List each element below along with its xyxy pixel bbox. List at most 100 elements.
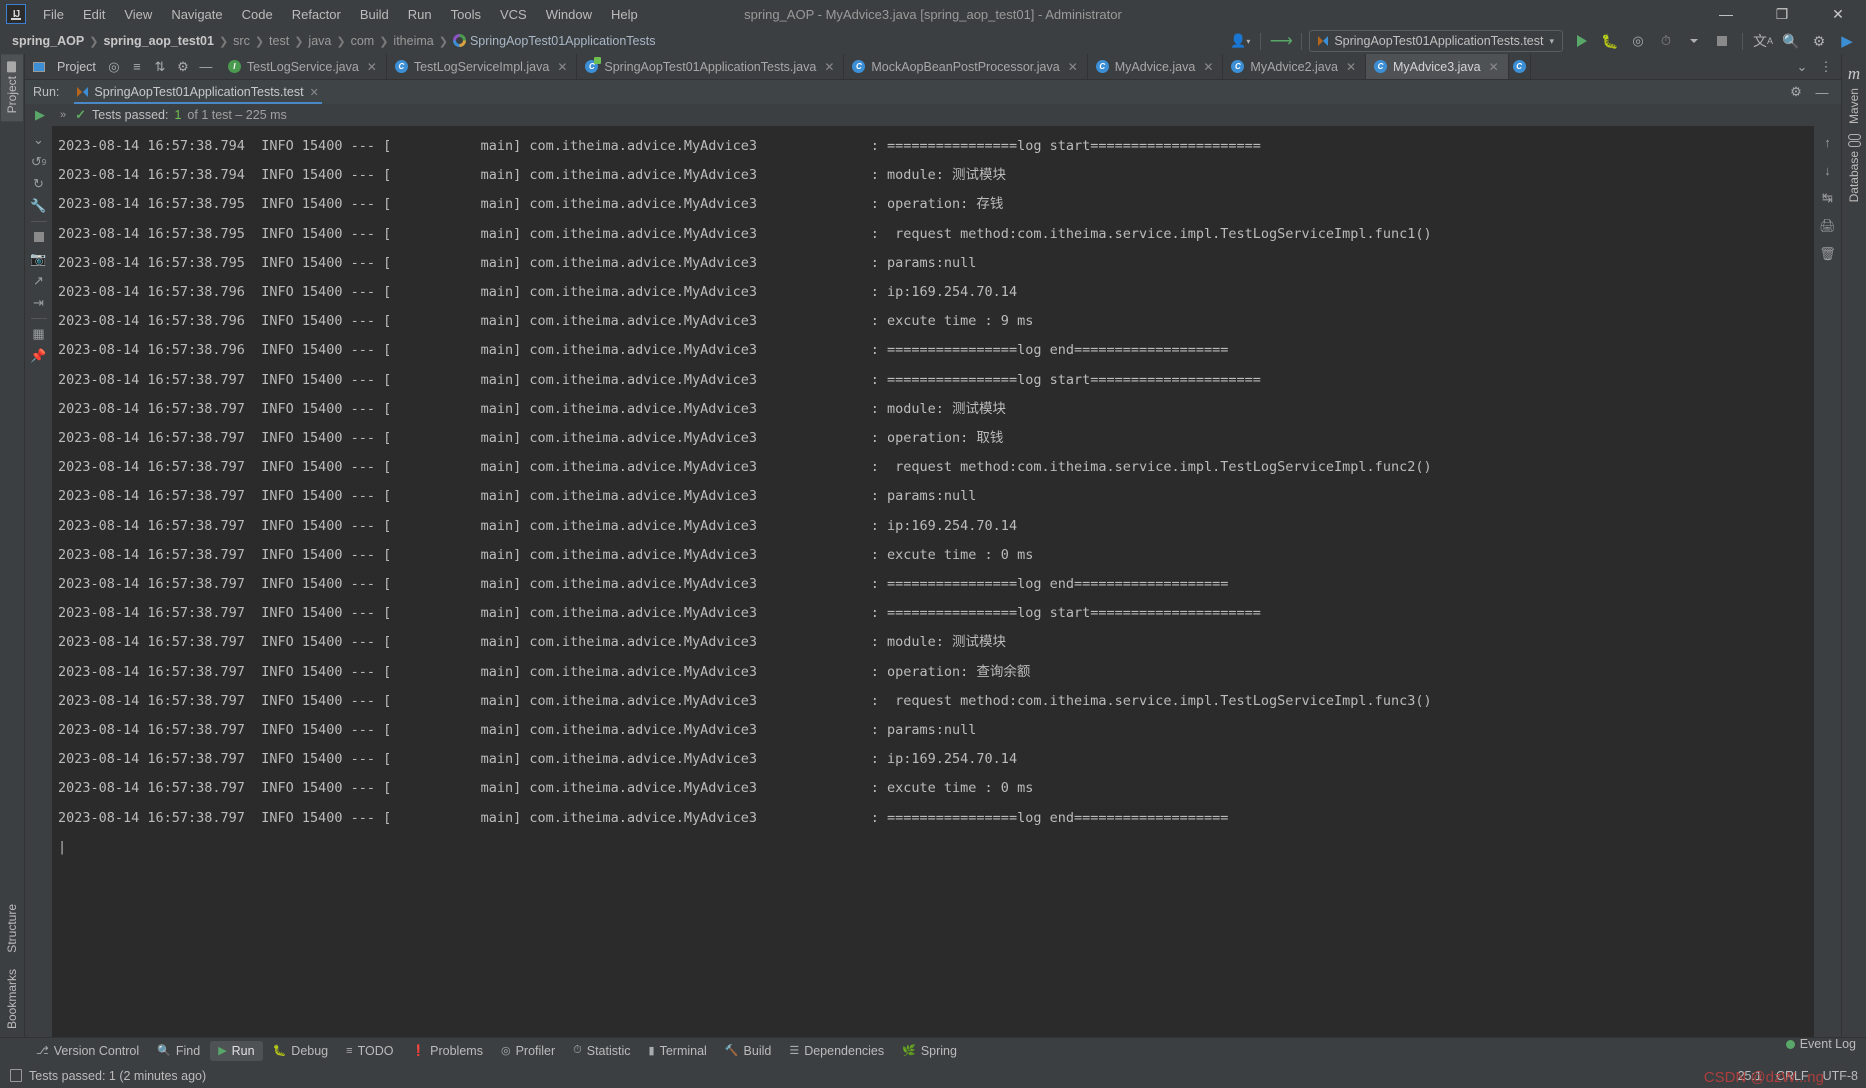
menu-run[interactable]: Run bbox=[399, 3, 441, 26]
editor-tab-myadvice2[interactable]: C MyAdvice2.java ✕ bbox=[1223, 54, 1367, 79]
breadcrumb-item-project[interactable]: spring_AOP bbox=[8, 32, 88, 50]
debug-button[interactable]: 🐛 bbox=[1597, 30, 1623, 52]
pin-icon[interactable]: 📌 bbox=[29, 346, 49, 366]
encoding[interactable]: UTF-8 bbox=[1823, 1069, 1858, 1083]
user-profile-icon[interactable]: 👤 ▾ bbox=[1227, 30, 1253, 52]
editor-tab-springaoptest01applicationtests[interactable]: C SpringAopTest01ApplicationTests.java ✕ bbox=[577, 54, 845, 79]
scroll-up-icon[interactable]: ↑ bbox=[1818, 132, 1838, 152]
settings-gear-icon[interactable]: ⚙ bbox=[1785, 81, 1807, 103]
tool-button-run[interactable]: ▶ Run bbox=[210, 1040, 263, 1061]
run-button[interactable] bbox=[1569, 30, 1595, 52]
run-with-coverage-button[interactable]: ◎ bbox=[1625, 30, 1651, 52]
tool-button-build[interactable]: 🔨 Build bbox=[717, 1041, 780, 1061]
ide-logo-button[interactable]: ▶ bbox=[1834, 30, 1860, 52]
breadcrumb-item-file[interactable]: SpringAopTest01ApplicationTests bbox=[449, 32, 660, 50]
menu-file[interactable]: File bbox=[34, 3, 73, 26]
menu-vcs[interactable]: VCS bbox=[491, 3, 536, 26]
event-log-button[interactable]: Event Log bbox=[1785, 1037, 1856, 1051]
more-options-icon[interactable]: ⋮ bbox=[1815, 56, 1837, 78]
menu-view[interactable]: View bbox=[115, 3, 161, 26]
console-output[interactable]: 2023-08-14 16:57:38.794 INFO 15400 --- [… bbox=[52, 126, 1814, 1037]
rerun-failed-icon[interactable]: ↺ 9 bbox=[29, 152, 49, 172]
expand-tests-icon[interactable]: » bbox=[57, 109, 69, 121]
menu-tools[interactable]: Tools bbox=[442, 3, 490, 26]
sidebar-item-bookmarks[interactable]: Bookmarks bbox=[1, 961, 23, 1037]
project-window-icon[interactable] bbox=[28, 56, 50, 78]
breadcrumb-item-src[interactable]: src bbox=[229, 32, 254, 50]
editor-tab-overflow[interactable]: C bbox=[1509, 54, 1531, 79]
stop-button[interactable] bbox=[1709, 30, 1735, 52]
close-icon[interactable]: ✕ bbox=[1068, 60, 1078, 74]
chevron-down-icon[interactable]: ⌄ bbox=[1791, 56, 1813, 78]
run-settings-wrench-icon[interactable]: 🔧 bbox=[29, 196, 49, 216]
collapse-chevron-icon[interactable]: ⌄ bbox=[29, 130, 49, 150]
sidebar-item-structure[interactable]: Structure bbox=[1, 896, 23, 961]
editor-tab-testlogservice[interactable]: I TestLogService.java ✕ bbox=[220, 54, 387, 79]
editor-tab-myadvice[interactable]: C MyAdvice.java ✕ bbox=[1088, 54, 1224, 79]
print-icon[interactable]: 🖨 bbox=[1818, 216, 1838, 236]
menu-refactor[interactable]: Refactor bbox=[283, 3, 350, 26]
close-icon[interactable]: ✕ bbox=[824, 60, 834, 74]
settings-gear-icon[interactable]: ⚙ bbox=[172, 56, 194, 78]
close-icon[interactable]: ✕ bbox=[557, 60, 567, 74]
tool-button-dependencies[interactable]: ☰ Dependencies bbox=[781, 1041, 892, 1061]
profiler-button[interactable]: ⏱ bbox=[1653, 30, 1679, 52]
trash-icon[interactable]: 🗑 bbox=[1818, 244, 1838, 264]
tool-button-spring[interactable]: 🌿 Spring bbox=[894, 1041, 965, 1061]
tool-button-version-control[interactable]: ⎇ Version Control bbox=[28, 1041, 147, 1061]
export-icon[interactable]: ↗ bbox=[29, 271, 49, 291]
close-icon[interactable]: ✕ bbox=[1346, 60, 1356, 74]
hide-window-icon[interactable]: — bbox=[195, 56, 217, 78]
close-button[interactable]: ✕ bbox=[1810, 0, 1866, 28]
menu-help[interactable]: Help bbox=[602, 3, 647, 26]
line-separator[interactable]: CRLF bbox=[1776, 1069, 1809, 1083]
breadcrumb-item-com[interactable]: com bbox=[347, 32, 379, 50]
editor-tab-mockaopbeanpostprocessor[interactable]: C MockAopBeanPostProcessor.java ✕ bbox=[844, 54, 1088, 79]
vcs-update-arrow-icon[interactable]: ⟶ bbox=[1268, 30, 1294, 52]
close-icon[interactable]: ✕ bbox=[367, 60, 377, 74]
menu-navigate[interactable]: Navigate bbox=[162, 3, 231, 26]
select-opened-file-icon[interactable]: ◎ bbox=[103, 56, 125, 78]
tool-button-terminal[interactable]: ▮ Terminal bbox=[641, 1041, 715, 1061]
menu-edit[interactable]: Edit bbox=[74, 3, 114, 26]
caret-position[interactable]: 25:1 bbox=[1738, 1069, 1762, 1083]
tool-button-statistic[interactable]: ⏱ Statistic bbox=[565, 1041, 638, 1061]
tool-button-debug[interactable]: 🐛 Debug bbox=[265, 1041, 337, 1061]
close-icon[interactable]: ✕ bbox=[1203, 60, 1213, 74]
menu-build[interactable]: Build bbox=[351, 3, 398, 26]
tool-button-todo[interactable]: ≡ TODO bbox=[338, 1041, 401, 1061]
close-icon[interactable]: ✕ bbox=[1489, 60, 1499, 74]
soft-wrap-icon[interactable]: ↹ bbox=[1818, 188, 1838, 208]
hide-window-icon[interactable]: — bbox=[1811, 81, 1833, 103]
breadcrumb-item-module[interactable]: spring_aop_test01 bbox=[99, 32, 217, 50]
import-icon[interactable]: ⇥ bbox=[29, 293, 49, 313]
editor-tab-myadvice3[interactable]: C MyAdvice3.java ✕ bbox=[1366, 54, 1509, 79]
layout-icon[interactable]: ▦ bbox=[29, 324, 49, 344]
tool-button-find[interactable]: 🔍 Find bbox=[149, 1041, 208, 1061]
sort-icon[interactable]: ⇅ bbox=[149, 56, 171, 78]
tool-button-profiler[interactable]: ◎ Profiler bbox=[493, 1041, 563, 1061]
maximize-button[interactable]: ❐ bbox=[1754, 0, 1810, 28]
rerun-auto-icon[interactable]: ↻ bbox=[29, 174, 49, 194]
sidebar-item-project[interactable]: Project bbox=[1, 54, 23, 122]
close-icon[interactable]: ✕ bbox=[310, 86, 319, 99]
profiler-dropdown[interactable] bbox=[1681, 30, 1707, 52]
scroll-down-icon[interactable]: ↓ bbox=[1818, 160, 1838, 180]
editor-tab-testlogserviceimpl[interactable]: C TestLogServiceImpl.java ✕ bbox=[387, 54, 578, 79]
sidebar-item-maven[interactable]: Maven bbox=[1847, 88, 1861, 124]
collapse-all-icon[interactable]: ≡ bbox=[126, 56, 148, 78]
run-tab-springaoptest01applicationtests[interactable]: SpringAopTest01ApplicationTests.test ✕ bbox=[69, 80, 326, 104]
menu-window[interactable]: Window bbox=[537, 3, 601, 26]
breadcrumb-item-itheima[interactable]: itheima bbox=[389, 32, 437, 50]
stop-icon[interactable] bbox=[29, 227, 49, 247]
settings-button[interactable]: ⚙ bbox=[1806, 30, 1832, 52]
minimize-button[interactable]: — bbox=[1698, 0, 1754, 28]
search-everywhere-button[interactable]: 🔍 bbox=[1778, 30, 1804, 52]
status-message[interactable]: Tests passed: 1 (2 minutes ago) bbox=[29, 1069, 206, 1083]
run-rerun-icon[interactable]: ▶ bbox=[29, 105, 51, 125]
menu-code[interactable]: Code bbox=[233, 3, 282, 26]
sidebar-item-database[interactable]: Database bbox=[1847, 151, 1861, 202]
run-configuration-selector[interactable]: SpringAopTest01ApplicationTests.test ▾ bbox=[1309, 30, 1563, 52]
breadcrumb-item-test[interactable]: test bbox=[265, 32, 293, 50]
translate-button[interactable]: 文A bbox=[1750, 30, 1776, 52]
